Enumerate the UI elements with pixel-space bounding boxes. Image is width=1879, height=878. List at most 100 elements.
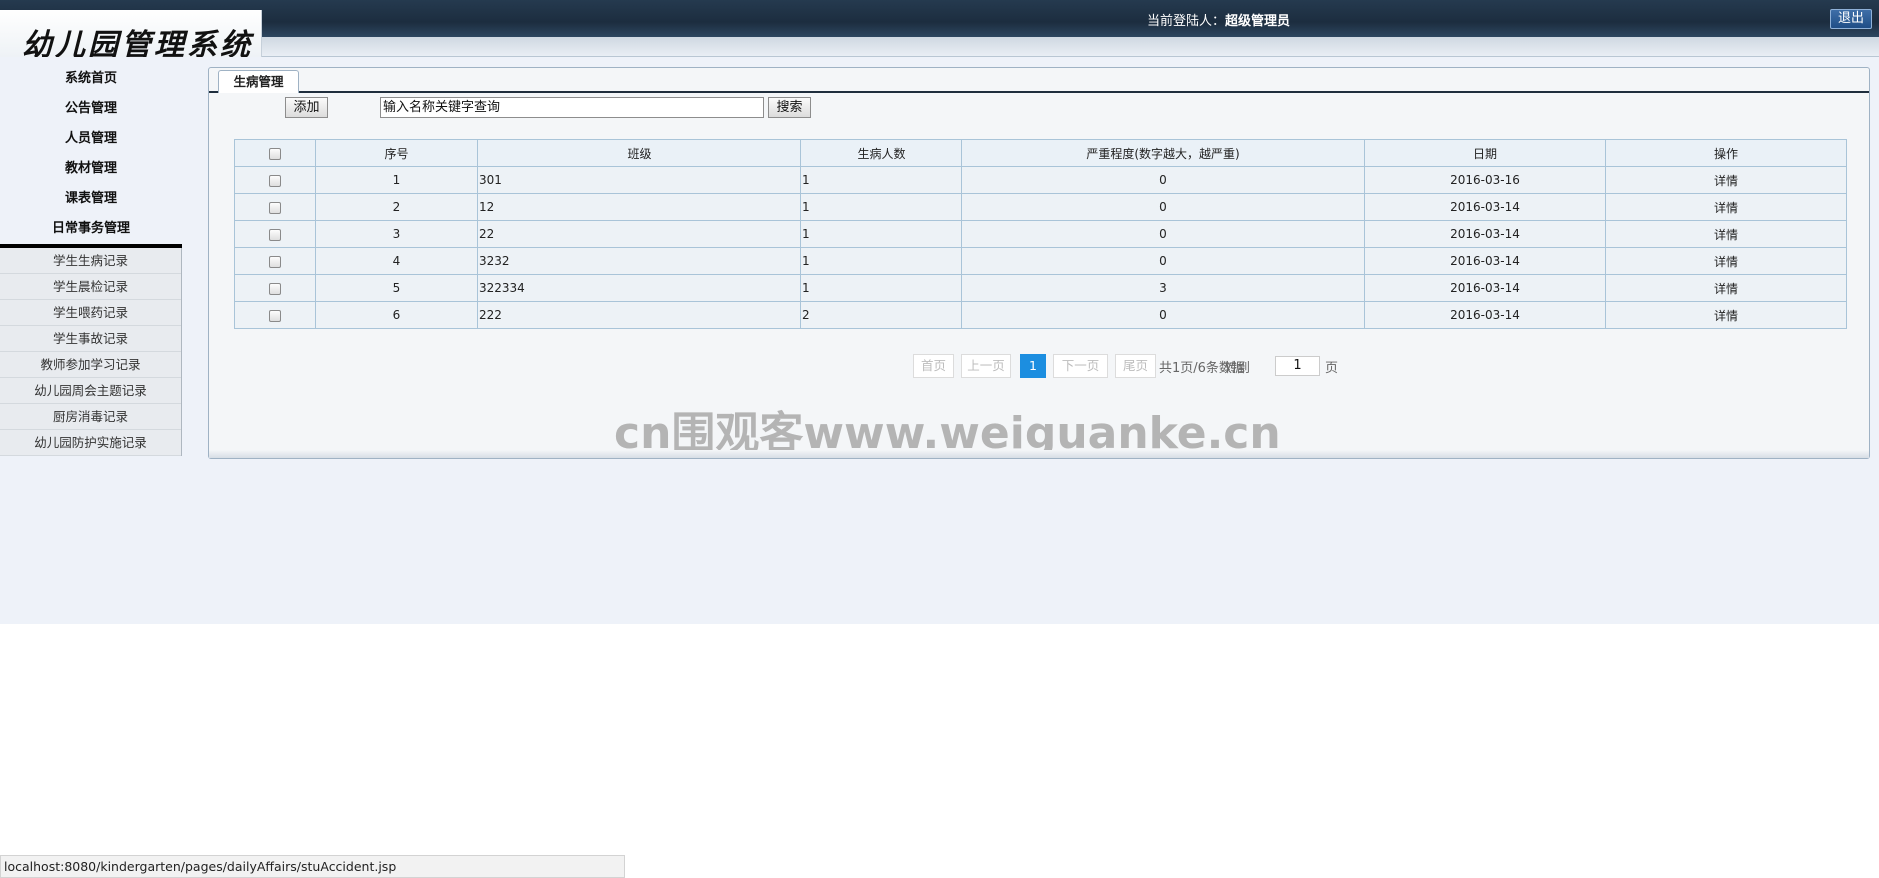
row-checkbox-cell [234, 247, 316, 275]
select-all-cell [234, 139, 316, 167]
row-date: 2016-03-14 [1364, 193, 1606, 221]
sidebar-item-3[interactable]: 教材管理 [0, 154, 182, 184]
header-severity: 严重程度(数字越大，越严重) [961, 139, 1365, 167]
browser-status-bar: localhost:8080/kindergarten/pages/dailyA… [0, 855, 625, 878]
header-strip [0, 37, 1879, 57]
row-seq: 4 [315, 247, 478, 275]
row-checkbox-cell [234, 301, 316, 329]
goto-label: 转到 [1224, 361, 1251, 376]
row-severity: 0 [961, 247, 1365, 275]
row-count: 1 [800, 247, 962, 275]
row-checkbox[interactable] [269, 201, 281, 214]
row-checkbox[interactable] [269, 282, 281, 295]
row-seq: 1 [315, 166, 478, 194]
login-info: 当前登陆人：超级管理员 [1147, 10, 1290, 29]
sidebar-item-4[interactable]: 课表管理 [0, 184, 182, 214]
page-unit-label: 页 [1325, 361, 1339, 376]
row-checkbox[interactable] [269, 255, 281, 268]
row-severity: 0 [961, 166, 1365, 194]
content-panel: 生病管理 添加 输入名称关键字查询 搜索 序号 班级 生病人数 严重程度(数字越… [208, 67, 1870, 459]
logo-area: 幼儿园管理系统 [0, 10, 262, 63]
sidebar-item-0[interactable]: 系统首页 [0, 64, 182, 94]
sidebar-item-5[interactable]: 日常事务管理 [0, 214, 182, 244]
search-button[interactable]: 搜索 [768, 97, 811, 118]
row-count: 1 [800, 274, 962, 302]
login-label: 当前登陆人： [1147, 14, 1226, 29]
row-date: 2016-03-16 [1364, 166, 1606, 194]
row-date: 2016-03-14 [1364, 301, 1606, 329]
row-detail-link[interactable]: 详情 [1605, 301, 1847, 329]
subnav-item-0[interactable]: 学生生病记录 [0, 248, 181, 274]
header-count: 生病人数 [800, 139, 962, 167]
sidebar-item-2[interactable]: 人员管理 [0, 124, 182, 154]
subnav-item-5[interactable]: 幼儿园周会主题记录 [0, 378, 181, 404]
row-detail-link[interactable]: 详情 [1605, 166, 1847, 194]
row-date: 2016-03-14 [1364, 274, 1606, 302]
sidebar-nav: 系统首页 公告管理 人员管理 教材管理 课表管理 日常事务管理 [0, 64, 182, 244]
first-page-button[interactable]: 首页 [913, 354, 954, 378]
subnav-item-4[interactable]: 教师参加学习记录 [0, 352, 181, 378]
row-count: 1 [800, 166, 962, 194]
goto-page-input[interactable]: 1 [1275, 356, 1320, 376]
row-checkbox[interactable] [269, 309, 281, 322]
row-severity: 0 [961, 220, 1365, 248]
top-header-bar: 当前登陆人：超级管理员 退出 [0, 0, 1879, 37]
table-body: 1 301 1 0 2016-03-16 详情 2 12 1 0 2016-03-14 详情 3 22 1 0… [234, 166, 1847, 329]
select-all-checkbox[interactable] [269, 147, 281, 160]
row-seq: 5 [315, 274, 478, 302]
sidebar-item-1[interactable]: 公告管理 [0, 94, 182, 124]
logout-button[interactable]: 退出 [1830, 9, 1872, 29]
subnav-item-1[interactable]: 学生晨检记录 [0, 274, 181, 300]
data-table: 序号 班级 生病人数 严重程度(数字越大，越严重) 日期 操作 1 301 1 0 20… [234, 139, 1847, 329]
row-detail-link[interactable]: 详情 [1605, 247, 1847, 275]
row-checkbox-cell [234, 166, 316, 194]
sidebar-subnav: 学生生病记录 学生晨检记录 学生喂药记录 学生事故记录 教师参加学习记录 幼儿园周会主题记… [0, 248, 182, 456]
row-detail-link[interactable]: 详情 [1605, 274, 1847, 302]
table-row: 4 3232 1 0 2016-03-14 详情 [234, 247, 1847, 275]
header-class: 班级 [477, 139, 801, 167]
subnav-item-2[interactable]: 学生喂药记录 [0, 300, 181, 326]
subnav-item-7[interactable]: 幼儿园防护实施记录 [0, 430, 181, 456]
current-page-button[interactable]: 1 [1020, 354, 1046, 378]
subnav-item-3[interactable]: 学生事故记录 [0, 326, 181, 352]
table-row: 2 12 1 0 2016-03-14 详情 [234, 193, 1847, 221]
search-input[interactable]: 输入名称关键字查询 [380, 97, 764, 118]
add-button[interactable]: 添加 [285, 97, 328, 118]
row-class: 12 [477, 193, 801, 221]
table-row: 3 22 1 0 2016-03-14 详情 [234, 220, 1847, 248]
row-class: 322334 [477, 274, 801, 302]
row-date: 2016-03-14 [1364, 220, 1606, 248]
row-seq: 3 [315, 220, 478, 248]
header-date: 日期 [1364, 139, 1606, 167]
row-checkbox-cell [234, 274, 316, 302]
tab-sick-management[interactable]: 生病管理 [218, 70, 299, 93]
table-row: 6 222 2 0 2016-03-14 详情 [234, 301, 1847, 329]
row-class: 222 [477, 301, 801, 329]
last-page-button[interactable]: 尾页 [1115, 354, 1156, 378]
table-header-row: 序号 班级 生病人数 严重程度(数字越大，越严重) 日期 操作 [234, 139, 1847, 167]
row-count: 1 [800, 220, 962, 248]
row-class: 22 [477, 220, 801, 248]
row-checkbox-cell [234, 193, 316, 221]
next-page-button[interactable]: 下一页 [1053, 354, 1108, 378]
header-seq: 序号 [315, 139, 478, 167]
sidebar: 系统首页 公告管理 人员管理 教材管理 课表管理 日常事务管理 学生生病记录 学生晨检记录学… [0, 64, 182, 456]
subnav-item-6[interactable]: 厨房消毒记录 [0, 404, 181, 430]
table-row: 1 301 1 0 2016-03-16 详情 [234, 166, 1847, 194]
row-class: 301 [477, 166, 801, 194]
prev-page-button[interactable]: 上一页 [961, 354, 1011, 378]
row-checkbox[interactable] [269, 174, 281, 187]
row-severity: 0 [961, 193, 1365, 221]
row-seq: 2 [315, 193, 478, 221]
row-severity: 0 [961, 301, 1365, 329]
row-class: 3232 [477, 247, 801, 275]
login-user: 超级管理员 [1225, 14, 1291, 29]
row-seq: 6 [315, 301, 478, 329]
row-detail-link[interactable]: 详情 [1605, 220, 1847, 248]
row-date: 2016-03-14 [1364, 247, 1606, 275]
row-severity: 3 [961, 274, 1365, 302]
table-row: 5 322334 1 3 2016-03-14 详情 [234, 274, 1847, 302]
row-checkbox[interactable] [269, 228, 281, 241]
row-detail-link[interactable]: 详情 [1605, 193, 1847, 221]
row-count: 2 [800, 301, 962, 329]
